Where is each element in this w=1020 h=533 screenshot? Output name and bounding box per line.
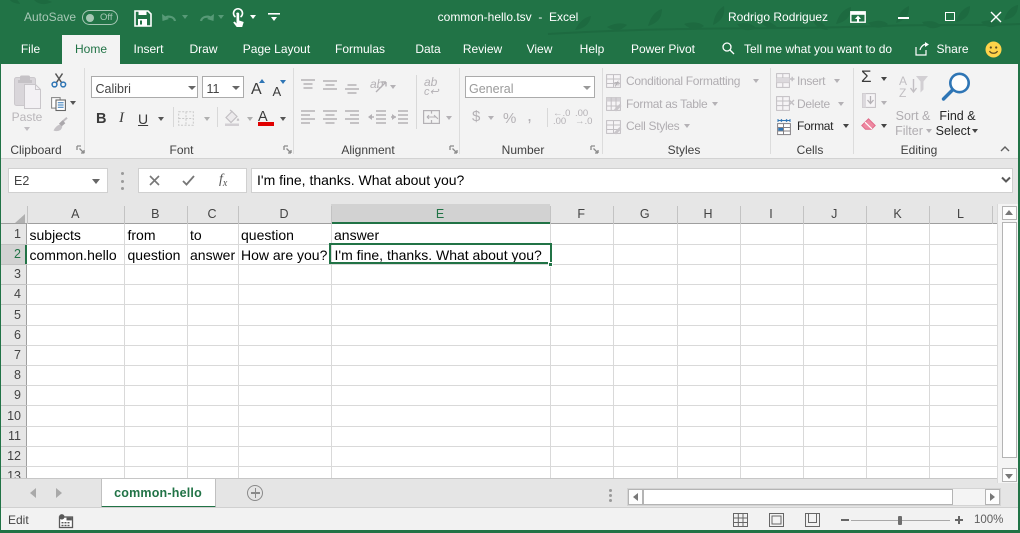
svg-text:≠: ≠: [614, 79, 620, 90]
svg-text:Z: Z: [899, 86, 906, 100]
